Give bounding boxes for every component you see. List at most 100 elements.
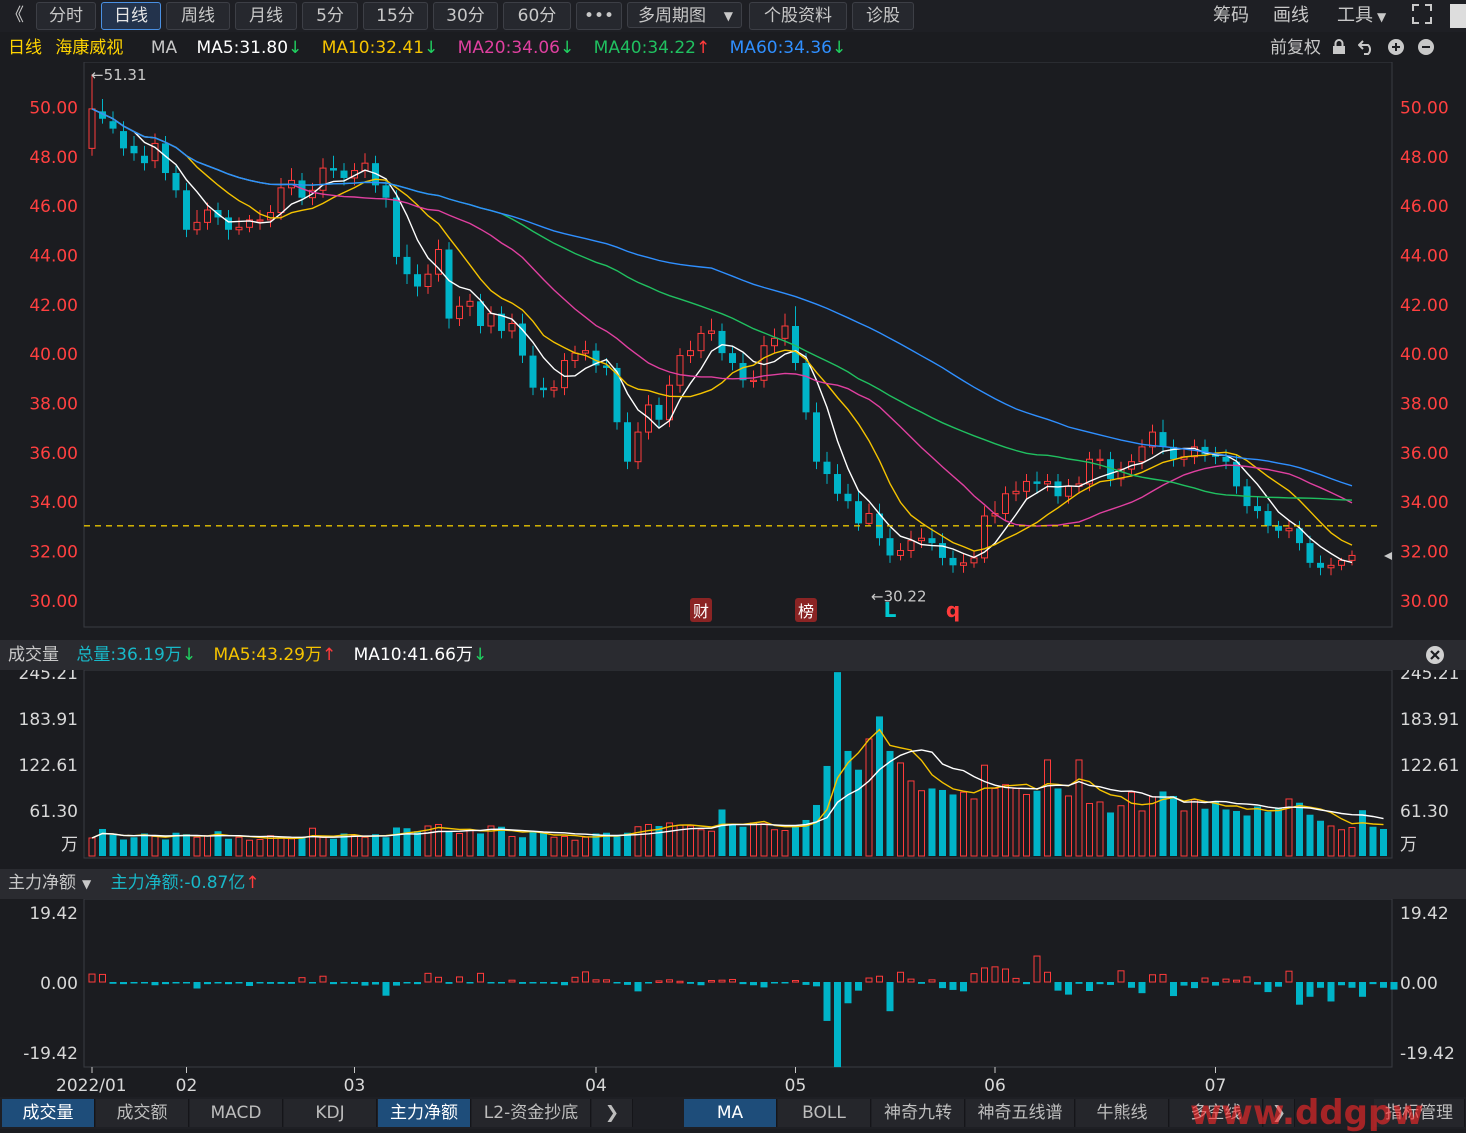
chips-button[interactable]: 筹码 (1213, 3, 1249, 29)
caret-down-icon[interactable]: ▼ (82, 877, 91, 891)
flow-bar-negative (1180, 982, 1188, 986)
period-tab-30min[interactable]: 30分 (433, 2, 498, 30)
volume-title[interactable]: 成交量 (8, 645, 59, 665)
candle-up (193, 221, 201, 231)
flow-bar-negative (1065, 982, 1072, 995)
period-tab-month[interactable]: 月线 (235, 2, 297, 30)
volume-bar-down (498, 826, 505, 856)
candle-up (697, 332, 705, 352)
period-tab-fenshi[interactable]: 分时 (36, 2, 96, 30)
flow-bar-negative (214, 982, 222, 984)
tab-macd[interactable]: MACD (190, 1099, 283, 1127)
volume-bar-down (1380, 828, 1387, 856)
tab-turnover[interactable]: 成交额 (96, 1099, 189, 1127)
down-arrow-icon: ↓ (560, 38, 575, 58)
x-tick-label: 2022/01 (56, 1076, 127, 1096)
period-tab-week[interactable]: 周线 (166, 2, 230, 30)
close-panel-icon[interactable] (1425, 645, 1445, 669)
tab-l2-bottom[interactable]: L2-资金抄底 (472, 1099, 591, 1127)
volume-bar-down (928, 788, 936, 856)
watermark: www.ddgpw (1190, 1093, 1424, 1133)
adjust-mode-button[interactable]: 前复权 (1270, 38, 1321, 58)
current-price-pointer (1384, 552, 1392, 560)
tab-volume[interactable]: 成交量 (2, 1099, 95, 1127)
multi-period-dropdown[interactable]: 多周期图 ▼ (627, 2, 742, 28)
flow-title[interactable]: 主力净额 (8, 873, 76, 893)
flow-bar-negative (1369, 982, 1377, 985)
volume-bar-up (351, 835, 358, 857)
flow-bar-negative (141, 982, 148, 984)
candle-down (540, 387, 547, 391)
volume-bar-up (697, 829, 705, 857)
flow-bar-positive (592, 979, 600, 983)
more-button[interactable]: ••• (576, 2, 622, 30)
tab-five-line[interactable]: 神奇五线谱 (966, 1099, 1075, 1127)
down-arrow-icon: ↓ (288, 38, 303, 58)
volume-bar-down (739, 826, 747, 856)
candlestick-chart[interactable]: 50.00 50.00 48.00 48.00 46.00 46.00 44.00 44.00… (0, 62, 1466, 638)
flow-bar-positive (1222, 978, 1230, 983)
volume-bar-up (1075, 759, 1083, 857)
volume-bar-down (718, 809, 726, 856)
volume-bar-up (897, 762, 904, 857)
candle-up (277, 187, 285, 214)
zoom-out-icon[interactable] (1417, 38, 1435, 58)
stock-name[interactable]: 海康威视 (55, 38, 123, 58)
y-tick-left: 34.00 (29, 493, 78, 513)
draw-line-button[interactable]: 画线 (1273, 3, 1309, 29)
volume-bar-down (225, 838, 232, 856)
lock-icon[interactable] (1332, 38, 1351, 58)
volume-bar-up (1180, 810, 1188, 857)
chevron-right-icon[interactable]: ❯ (592, 1099, 633, 1127)
tab-kdj[interactable]: KDJ (284, 1099, 377, 1127)
flow-bar-positive (319, 975, 327, 983)
tab-boll[interactable]: BOLL (778, 1099, 871, 1127)
flow-bar-positive (718, 979, 726, 983)
candle-up (582, 350, 589, 354)
flow-bar-negative (739, 982, 747, 985)
volume-chart[interactable]: 245.21 245.21 183.91 183.91 122.61 122.61 61.3… (0, 670, 1466, 870)
flow-bar-negative (1327, 982, 1335, 1002)
back-button[interactable]: 《 (6, 3, 24, 29)
candle-up (1096, 458, 1104, 461)
vol-unit-left: 万 (61, 835, 78, 855)
volume-bar-up (1348, 826, 1356, 857)
diagnose-button[interactable]: 诊股 (852, 2, 914, 30)
volume-bar-up (970, 798, 978, 857)
y-tick-right: 32.00 (1400, 543, 1449, 563)
volume-bar-up (1191, 799, 1198, 857)
undo-icon[interactable] (1357, 38, 1381, 58)
candle-down (340, 170, 348, 178)
flow-bar-negative (1306, 982, 1314, 997)
net-flow-chart[interactable]: 19.42 19.42 0.00 0.00 -19.42 -19.42 2022/01 02… (0, 899, 1466, 1097)
tab-net-flow[interactable]: 主力净额 (378, 1099, 471, 1127)
tab-bull-bear[interactable]: 牛熊线 (1076, 1099, 1169, 1127)
period-tab-15min[interactable]: 15分 (363, 2, 428, 30)
period-tab-5min[interactable]: 5分 (302, 2, 358, 30)
candle-down (802, 363, 810, 413)
volume-bar-down (792, 826, 799, 856)
flow-bar-negative (1264, 982, 1272, 993)
stock-info-button[interactable]: 个股资料 (749, 2, 847, 30)
period-tab-60min[interactable]: 60分 (503, 2, 571, 30)
tools-dropdown[interactable]: 工具 ▼ (1337, 3, 1386, 29)
tab-ma[interactable]: MA (684, 1099, 777, 1127)
flow-bar-positive (708, 980, 715, 983)
candle-down (172, 173, 180, 191)
flow-bar-negative (1075, 982, 1083, 984)
x-tick-label: 02 (176, 1076, 198, 1096)
period-tab-day[interactable]: 日线 (101, 2, 161, 30)
x-tick-label: 05 (785, 1076, 807, 1096)
volume-bar-down (1254, 806, 1261, 856)
close-icon[interactable] (1450, 4, 1466, 28)
tab-nine-turn[interactable]: 神奇九转 (872, 1099, 965, 1127)
flow-bar-positive (571, 976, 579, 983)
volume-bar-down (813, 804, 820, 856)
flow-y-tick-right: 0.00 (1400, 974, 1438, 994)
flow-bar-positive (1117, 970, 1125, 983)
expand-icon[interactable] (1410, 2, 1434, 28)
candle-up (634, 431, 642, 463)
flow-bar-negative (823, 982, 831, 1021)
zoom-in-icon[interactable] (1387, 38, 1410, 58)
indicator-name[interactable]: MA (151, 38, 177, 58)
